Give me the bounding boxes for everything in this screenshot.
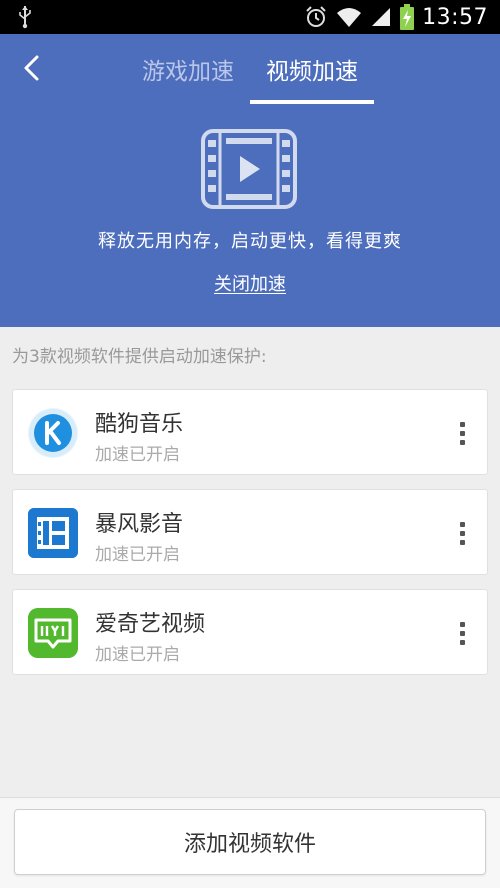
- wifi-icon: [336, 5, 362, 29]
- back-arrow-icon: [21, 54, 43, 86]
- app-status: 加速已开启: [95, 645, 180, 665]
- tab-bar: 游戏加速 视频加速: [126, 34, 374, 104]
- section-label: 为3款视频软件提供启动加速保护:: [12, 347, 267, 367]
- add-video-app-button[interactable]: 添加视频软件: [14, 809, 486, 875]
- more-options-button[interactable]: [447, 613, 477, 653]
- app-card-iqiyi[interactable]: 爱奇艺视频 加速已开启: [12, 589, 488, 675]
- bottom-bar: 添加视频软件: [0, 797, 500, 888]
- clock: 13:57: [422, 4, 488, 30]
- film-strip-play-icon: [200, 128, 298, 210]
- app-status: 加速已开启: [95, 545, 180, 565]
- app-name: 酷狗音乐: [95, 412, 184, 437]
- app-name: 爱奇艺视频: [95, 612, 206, 637]
- header: 游戏加速 视频加速 释放无用内存，启动更快，看得更爽 关闭加速: [0, 34, 500, 327]
- signal-icon: [370, 6, 392, 28]
- more-options-button[interactable]: [447, 413, 477, 453]
- app-card-kugou[interactable]: 酷狗音乐 加速已开启: [12, 389, 488, 475]
- app-status: 加速已开启: [95, 445, 180, 465]
- tab-game-boost[interactable]: 游戏加速: [126, 34, 250, 104]
- usb-icon: [18, 5, 32, 29]
- more-dots-icon: [459, 621, 465, 627]
- app-name: 暴风影音: [95, 512, 184, 537]
- iqiyi-app-icon: [28, 608, 78, 658]
- more-dots-icon: [459, 421, 465, 427]
- back-button[interactable]: [12, 50, 52, 90]
- close-boost-link[interactable]: 关闭加速: [214, 274, 286, 295]
- baofeng-app-icon: [28, 508, 78, 558]
- tab-video-boost[interactable]: 视频加速: [250, 34, 374, 104]
- kugou-app-icon: [28, 408, 78, 458]
- more-options-button[interactable]: [447, 513, 477, 553]
- battery-charging-icon: [400, 4, 415, 30]
- more-dots-icon: [459, 521, 465, 527]
- app-card-baofeng[interactable]: 暴风影音 加速已开启: [12, 489, 488, 575]
- tagline: 释放无用内存，启动更快，看得更爽: [98, 231, 402, 252]
- status-bar: 13:57: [0, 0, 500, 34]
- status-icons: 13:57: [304, 4, 488, 30]
- close-boost-link-row: 关闭加速: [0, 270, 500, 296]
- alarm-icon: [304, 5, 328, 29]
